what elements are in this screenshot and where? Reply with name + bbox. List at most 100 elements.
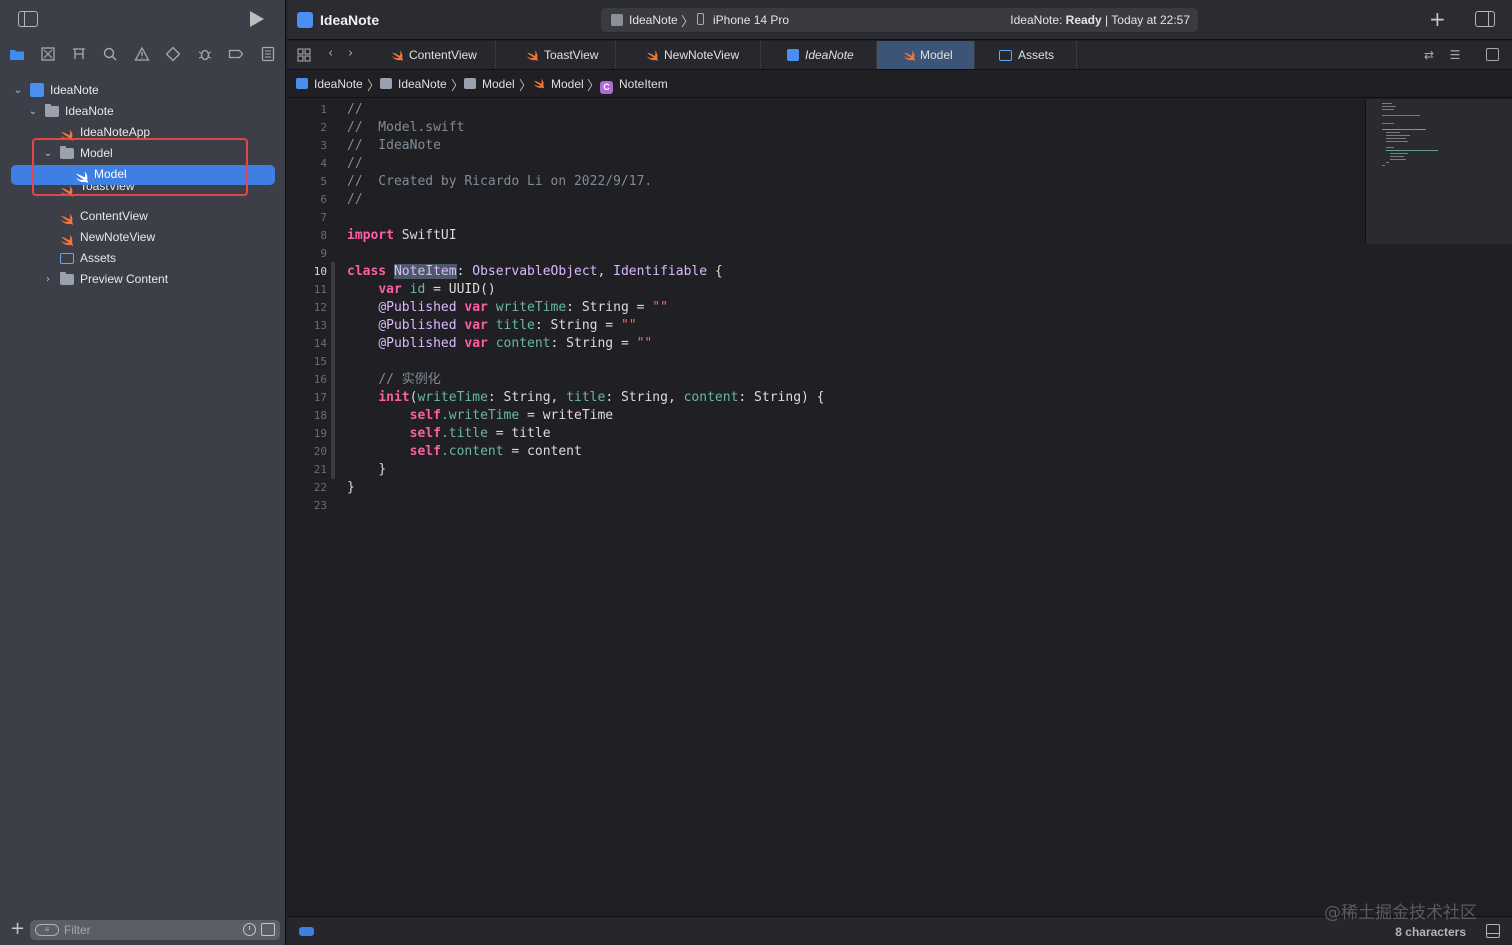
code-text: = content (503, 444, 582, 459)
tab-ideanote[interactable]: IdeaNote (761, 41, 877, 69)
library-add-button[interactable]: + (1429, 8, 1446, 30)
swift-file-icon (60, 127, 74, 141)
back-button[interactable]: ‹ (328, 46, 333, 61)
breadcrumb-label: IdeaNote (398, 77, 447, 91)
debug-icon[interactable] (196, 46, 214, 64)
tab-contentview[interactable]: ContentView (377, 41, 496, 69)
tree-item-content-file[interactable]: ContentView (0, 206, 286, 227)
tab-assets[interactable]: Assets (975, 41, 1077, 69)
tree-item-preview-folder[interactable]: › Preview Content (0, 269, 286, 290)
tree-item-project[interactable]: ⌄ IdeaNote (0, 80, 286, 101)
window-toolbar: IdeaNote IdeaNote 〉 iPhone 14 Pro IdeaNo… (287, 0, 1512, 40)
debug-area-toggle-icon[interactable] (299, 927, 314, 936)
tab-newnoteview[interactable]: NewNoteView (616, 41, 761, 69)
warning-icon[interactable] (133, 46, 151, 64)
minimap[interactable] (1365, 99, 1512, 244)
code-text: : String = (566, 300, 653, 315)
breadcrumb-item[interactable]: IdeaNote (296, 77, 363, 91)
line-number: 7 (320, 211, 327, 224)
minimap-line (1386, 147, 1394, 148)
chevron-right-icon: 〉 (451, 78, 465, 93)
minimap-line (1386, 150, 1438, 151)
window-title: IdeaNote (320, 12, 380, 28)
code-text: : String, (605, 390, 684, 405)
filter-options-icon[interactable]: ≡ (35, 924, 59, 936)
tab-model[interactable]: Model (877, 41, 975, 69)
folder-icon[interactable] (8, 46, 26, 64)
breadcrumb-label: IdeaNote (314, 77, 363, 91)
source-editor[interactable]: 1 2 3 4 5 6 7 8 9 10 11 12 13 14 15 16 17 18 19 20 21 22 23 //… (287, 99, 1365, 915)
test-icon[interactable] (164, 46, 182, 64)
status-state: Ready (1065, 13, 1102, 27)
line-number: 5 (320, 175, 327, 188)
inspector-toggle-icon[interactable] (1475, 11, 1495, 27)
breadcrumb-item[interactable]: C NoteItem (600, 77, 668, 94)
folder-icon (45, 104, 59, 117)
tree-item-newnote-file[interactable]: NewNoteView (0, 227, 286, 248)
sidebar-toggle-icon[interactable] (18, 11, 38, 27)
comment: // 实例化 (378, 372, 441, 387)
status-prefix: IdeaNote: (1010, 13, 1066, 27)
minimap-line (1382, 115, 1420, 116)
breadcrumb-label: Model (551, 77, 584, 91)
line-number: 13 (313, 319, 327, 332)
filter-input[interactable] (64, 920, 224, 940)
project-icon (296, 78, 308, 89)
editor-options-icon[interactable]: ☰ (1448, 48, 1462, 62)
console-toggle-icon[interactable] (1486, 924, 1500, 938)
phone-icon (697, 13, 704, 25)
type-name: ObservableObject (472, 264, 598, 279)
property: content (495, 336, 551, 351)
code-line: // Created by Ricardo Li on 2022/9/17. (347, 174, 653, 189)
chevron-right-icon[interactable]: › (43, 269, 53, 290)
tree-item-assets[interactable]: Assets (0, 248, 286, 269)
attribute: @Published (378, 336, 465, 351)
swift-file-icon (904, 50, 915, 61)
filter-field[interactable]: ≡ (30, 920, 280, 940)
code-line: class NoteItem: ObservableObject, Identi… (347, 263, 723, 281)
sidebar-top-bar (0, 0, 285, 40)
breadcrumb-item[interactable]: IdeaNote (380, 77, 447, 91)
split-editor-icon[interactable] (1486, 48, 1499, 61)
destination-selector[interactable]: iPhone 14 Pro (713, 13, 789, 27)
search-icon[interactable] (101, 46, 119, 64)
related-items-icon[interactable] (297, 48, 311, 62)
minimap-line (1390, 153, 1408, 154)
tab-toastview[interactable]: ToastView (496, 41, 616, 69)
code-text: : String = (550, 336, 637, 351)
source-control-filter-icon[interactable] (261, 923, 275, 936)
chevron-down-icon[interactable]: ⌄ (13, 80, 23, 101)
project-icon (787, 49, 799, 61)
source-control-icon[interactable] (39, 46, 57, 64)
scheme-selector[interactable]: IdeaNote (629, 13, 678, 27)
highlighted-symbol: NoteItem (393, 264, 457, 279)
line-number: 9 (320, 247, 327, 260)
chevron-down-icon[interactable]: ⌄ (28, 101, 38, 122)
activity-view[interactable]: IdeaNote 〉 iPhone 14 Pro IdeaNote: Ready… (601, 8, 1198, 32)
folder-icon (380, 78, 392, 89)
report-icon[interactable] (259, 46, 277, 64)
swift-file-icon (533, 78, 545, 89)
breakpoint-icon[interactable] (227, 46, 245, 64)
symbol-icon[interactable] (70, 46, 88, 64)
sidebar-bottom-bar: + ≡ (0, 915, 286, 945)
run-button[interactable] (250, 11, 264, 27)
breadcrumb-item[interactable]: Model (533, 77, 584, 91)
keyword: class (347, 264, 387, 279)
minimap-line (1382, 123, 1394, 124)
keyword: var (464, 300, 488, 315)
minimap-line (1386, 162, 1389, 163)
code-text: = title (487, 426, 551, 441)
code-fold-ribbon[interactable] (331, 262, 335, 479)
asset-catalog-icon (60, 253, 74, 264)
line-number: 14 (313, 337, 327, 350)
add-file-button[interactable]: + (10, 919, 25, 939)
minimap-line (1390, 156, 1404, 157)
recent-files-icon[interactable] (243, 923, 256, 936)
swap-icon[interactable]: ⇄ (1422, 48, 1436, 62)
tree-item-group[interactable]: ⌄ IdeaNote (0, 101, 286, 122)
property: .title (440, 426, 488, 441)
editor-status-bar: @稀土掘金技术社区 8 characters (287, 903, 1512, 945)
forward-button[interactable]: › (348, 46, 353, 61)
breadcrumb-item[interactable]: Model (464, 77, 515, 91)
